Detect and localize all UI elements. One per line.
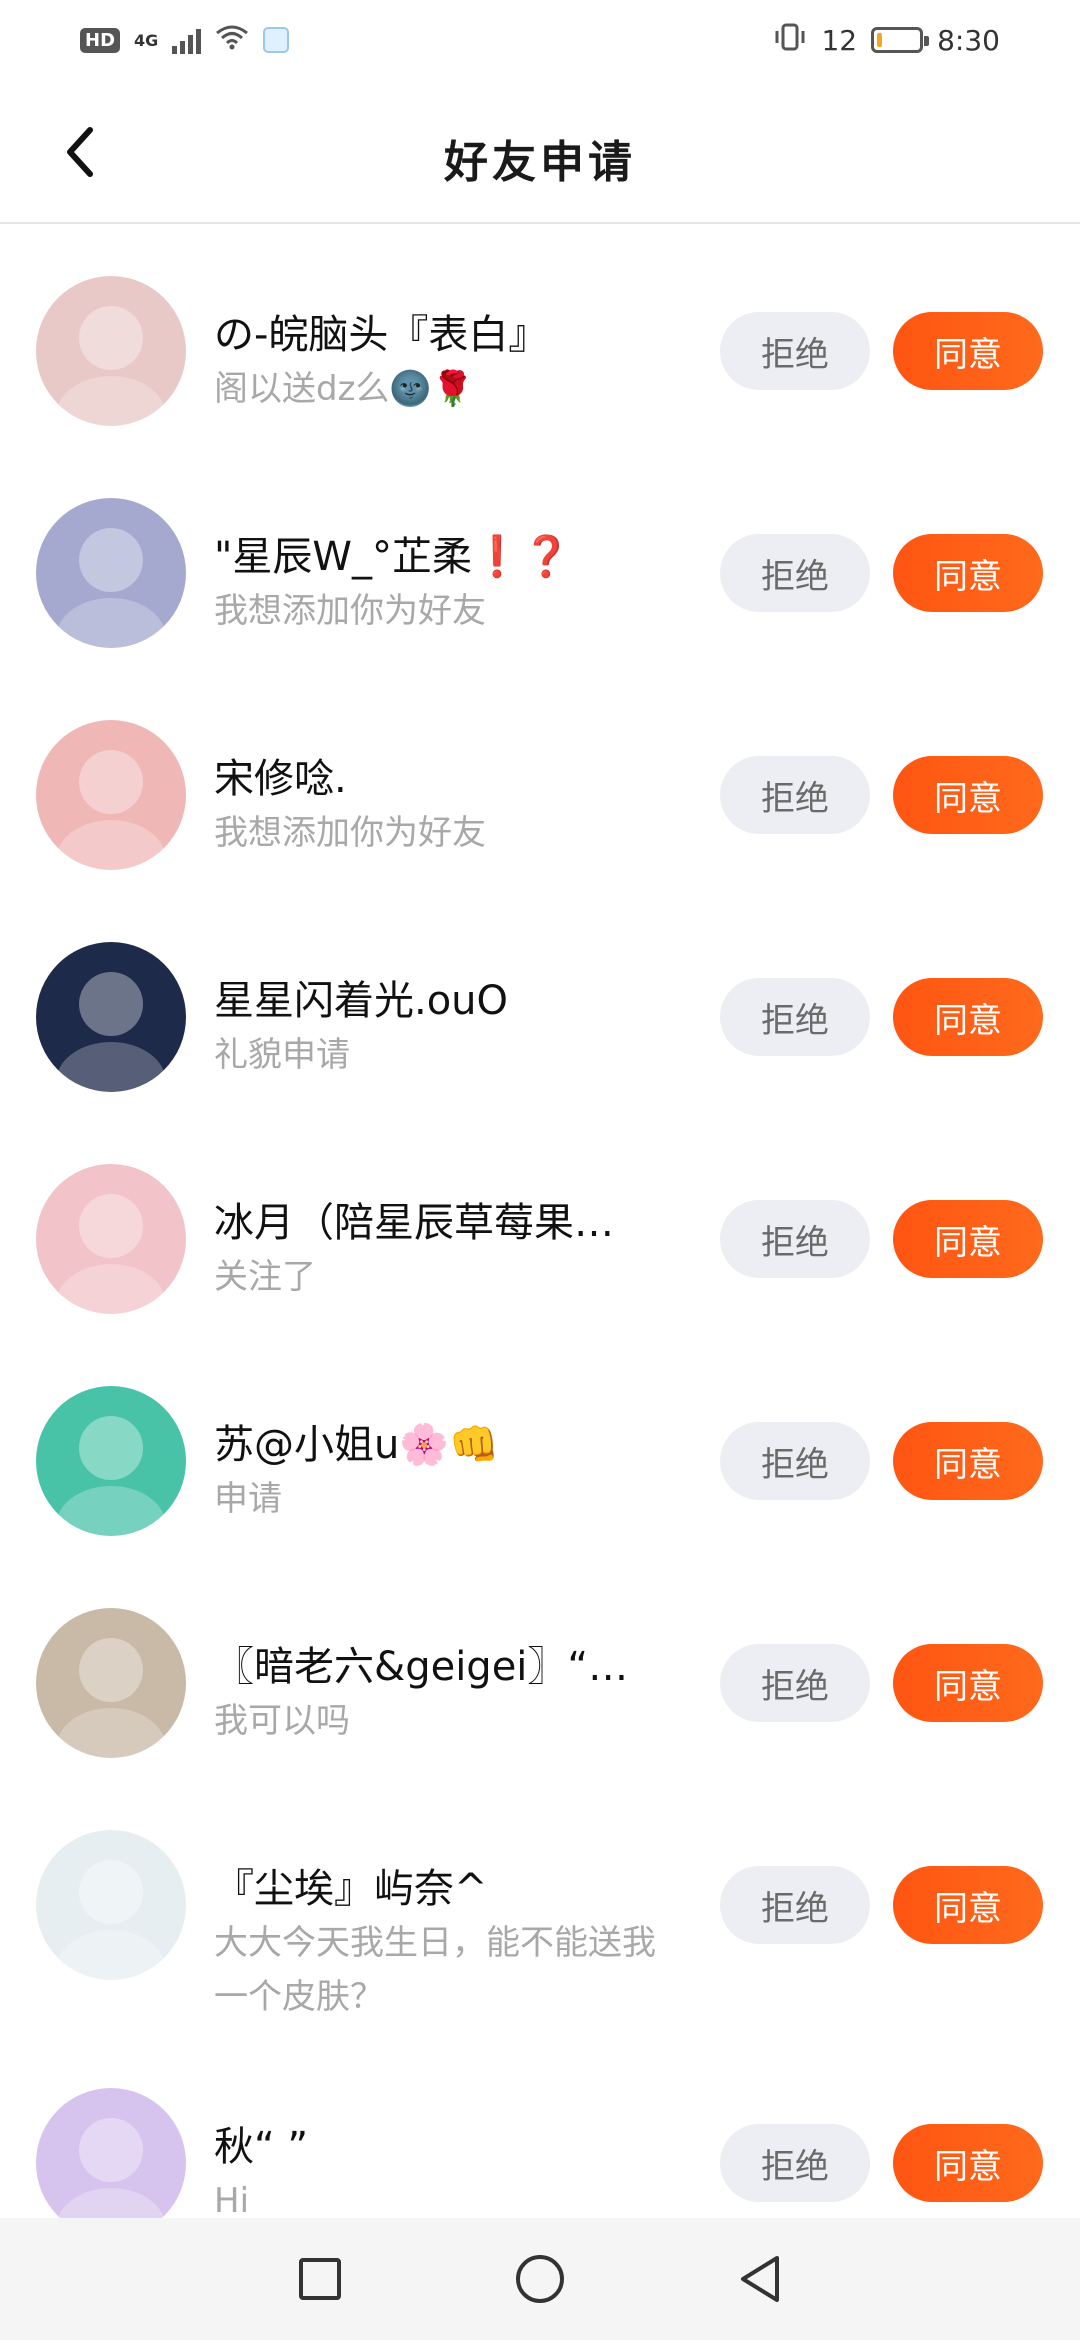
request-message: 申请 <box>214 1479 282 1519</box>
accept-button[interactable]: 同意 <box>893 1200 1043 1278</box>
reject-button[interactable]: 拒绝 <box>720 1422 870 1500</box>
signal-icon <box>172 26 202 54</box>
battery-percent: 12 <box>821 23 858 57</box>
hd-badge: HD <box>80 27 121 53</box>
reject-button[interactable]: 拒绝 <box>720 1200 870 1278</box>
request-message: Hi <box>214 2181 250 2221</box>
accept-button[interactable]: 同意 <box>893 1866 1043 1944</box>
request-row[interactable]: 秋“ ” Hi 拒绝 同意 <box>0 2026 1080 2224</box>
reject-button[interactable]: 拒绝 <box>720 1644 870 1722</box>
friend-request-list[interactable]: の-皖脑头『表白』 阁以送dz么🌚🌹 拒绝 同意 "星辰W_°芷柔❗❓ 我想添加你为好友拒… <box>0 224 1080 2224</box>
request-message: 礼貌申请 <box>214 1035 350 1075</box>
square-icon <box>299 2258 341 2300</box>
app-notification-icon <box>263 27 290 53</box>
reject-button[interactable]: 拒绝 <box>720 2124 870 2202</box>
request-message: 我可以吗 <box>214 1701 350 1741</box>
circle-icon <box>516 2255 564 2303</box>
page-title: 好友申请 <box>444 137 636 188</box>
accept-button[interactable]: 同意 <box>893 1644 1043 1722</box>
triangle-back-icon <box>741 2256 779 2302</box>
request-row[interactable]: 〖暗老六&geigei〗“… 我可以吗 拒绝 同意 <box>0 1546 1080 1768</box>
request-row[interactable]: 冰月（陪星辰草莓果… 关注了 拒绝 同意 <box>0 1102 1080 1324</box>
request-row[interactable]: 苏@小姐u🌸👊 申请 拒绝 同意 <box>0 1324 1080 1546</box>
accept-button[interactable]: 同意 <box>893 756 1043 834</box>
requester-name: 苏@小姐u🌸👊 <box>214 1422 499 1468</box>
request-row[interactable]: の-皖脑头『表白』阁以送dz么🌚🌹 拒绝 同意 <box>0 224 1080 436</box>
avatar[interactable] <box>36 1164 186 1314</box>
request-row[interactable]: 宋修唸. 我想添加你为好友 拒绝 同意 <box>0 658 1080 880</box>
reject-button[interactable]: 拒绝 <box>720 978 870 1056</box>
vibrate-icon <box>773 22 807 59</box>
request-row[interactable]: 『尘埃』屿奈^ 大大今天我生日，能不能送我一个皮肤？ 拒绝 同意 <box>0 1768 1080 2017</box>
requester-name: "星辰W_°芷柔❗❓ <box>214 534 572 580</box>
request-message: 大大今天我生日，能不能送我一个皮肤？ <box>214 1923 656 2017</box>
request-row[interactable]: "星辰W_°芷柔❗❓ 我想添加你为好友 拒绝 同意 <box>0 436 1080 658</box>
requester-name: 星星闪着光.ouO <box>214 978 509 1024</box>
reject-button[interactable]: 拒绝 <box>720 756 870 834</box>
avatar[interactable] <box>36 276 186 426</box>
request-message: 阁以送dz么🌚🌹 <box>214 369 475 409</box>
wifi-icon <box>215 23 249 58</box>
request-message: 我想添加你为好友 <box>214 591 486 631</box>
accept-button[interactable]: 同意 <box>893 312 1043 390</box>
avatar[interactable] <box>36 1608 186 1758</box>
reject-button[interactable]: 拒绝 <box>720 534 870 612</box>
app-header: 好友申请 <box>0 80 1080 224</box>
avatar[interactable] <box>36 942 186 1092</box>
requester-name: 冰月（陪星辰草莓果… <box>214 1200 614 1246</box>
requester-name: 宋修唸. <box>214 756 347 802</box>
avatar[interactable] <box>36 720 186 870</box>
requester-name: 秋“ ” <box>214 2124 309 2170</box>
status-bar: HD 4G 12 8:30 <box>0 0 1080 80</box>
requester-name: の-皖脑头『表白』 <box>214 312 549 358</box>
avatar[interactable] <box>36 1386 186 1536</box>
avatar[interactable] <box>36 2088 186 2224</box>
request-row[interactable]: 星星闪着光.ouO 礼貌申请 拒绝 同意 <box>0 880 1080 1102</box>
accept-button[interactable]: 同意 <box>893 2124 1043 2202</box>
battery-icon <box>871 27 930 53</box>
reject-button[interactable]: 拒绝 <box>720 1866 870 1944</box>
recent-apps-button[interactable] <box>290 2249 350 2309</box>
accept-button[interactable]: 同意 <box>893 1422 1043 1500</box>
request-message: 关注了 <box>214 1257 316 1297</box>
network-type: 4G <box>134 30 159 50</box>
home-button[interactable] <box>510 2249 570 2309</box>
reject-button[interactable]: 拒绝 <box>720 312 870 390</box>
clock: 8:30 <box>937 23 1000 57</box>
avatar[interactable] <box>36 498 186 648</box>
avatar[interactable] <box>36 1830 186 1980</box>
request-message: 我想添加你为好友 <box>214 813 486 853</box>
requester-name: 〖暗老六&geigei〗“… <box>214 1644 629 1690</box>
accept-button[interactable]: 同意 <box>893 978 1043 1056</box>
requester-name: 『尘埃』屿奈^ <box>214 1866 488 1912</box>
system-nav-bar <box>0 2218 1080 2340</box>
back-nav-button[interactable] <box>730 2249 790 2309</box>
accept-button[interactable]: 同意 <box>893 534 1043 612</box>
